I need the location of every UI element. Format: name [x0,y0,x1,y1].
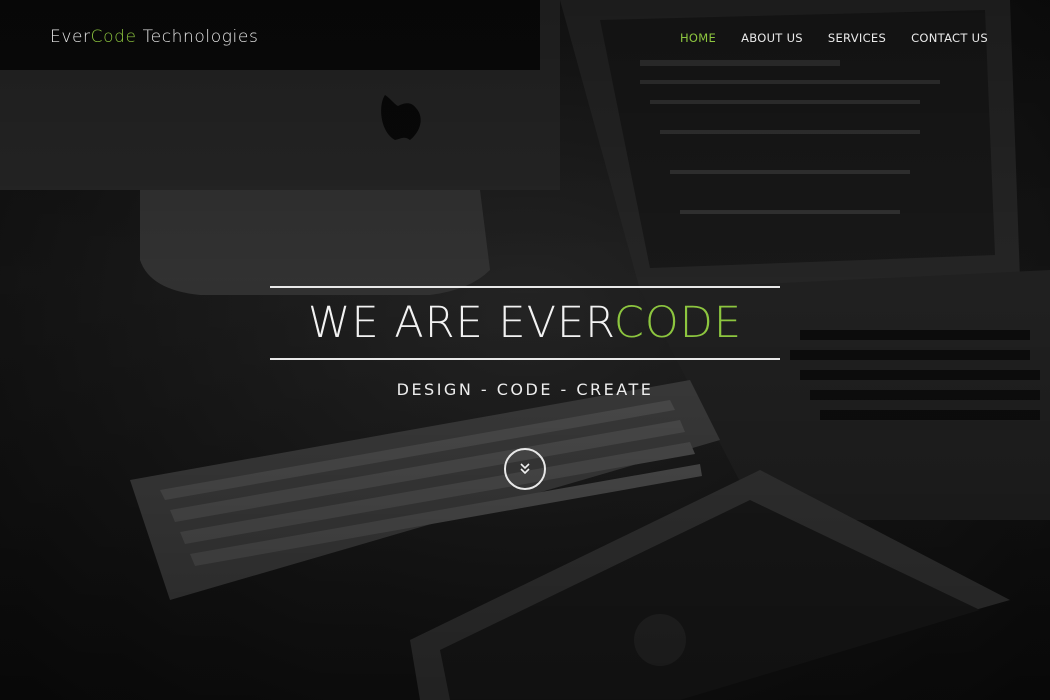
scroll-down-button[interactable] [504,448,546,490]
headline-part-1: WE ARE EVER [307,298,614,348]
brand-name-part-1: Ever [50,27,91,47]
headline-accent: CODE [613,298,743,348]
hero-headline-block: WE ARE EVERCODE [270,286,780,360]
nav-menu: HOME ABOUT US SERVICES CONTACT US [655,31,988,45]
nav-link-about-us[interactable]: ABOUT US [741,31,803,45]
hero-tagline: DESIGN - CODE - CREATE [396,380,654,399]
top-navbar: EverCode Technologies HOME ABOUT US SERV… [0,0,1050,78]
brand-name-part-3: Technologies [136,27,259,47]
brand-name-accent: Code [90,27,137,47]
brand-logo[interactable]: EverCode Technologies [50,27,258,47]
headline-bottom-rule [270,358,780,360]
nav-link-home[interactable]: HOME [680,31,716,45]
chevron-double-down-icon [520,463,530,475]
hero-headline: WE ARE EVERCODE [270,288,780,358]
nav-link-services[interactable]: SERVICES [828,31,886,45]
nav-link-contact-us[interactable]: CONTACT US [911,31,988,45]
